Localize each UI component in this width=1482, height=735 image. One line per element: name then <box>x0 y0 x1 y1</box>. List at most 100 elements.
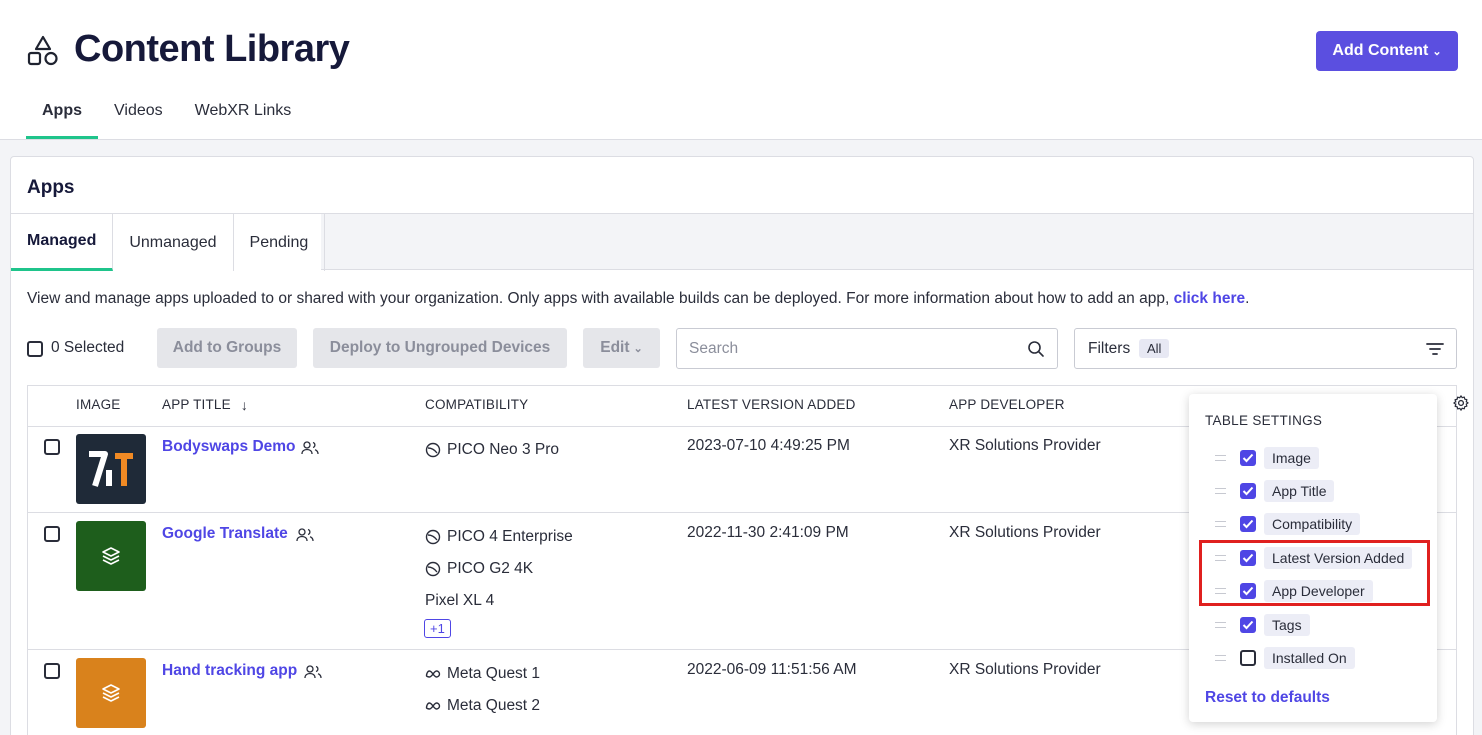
device-name: Meta Quest 1 <box>447 665 541 682</box>
app-title-link[interactable]: Bodyswaps Demo <box>162 438 296 456</box>
pico-icon <box>425 529 441 545</box>
add-content-button[interactable]: Add Content ⌄ <box>1316 31 1458 71</box>
drag-handle-icon[interactable] <box>1215 521 1226 527</box>
drag-handle-icon[interactable] <box>1215 455 1226 461</box>
pico-icon <box>425 442 441 458</box>
drag-handle-icon[interactable] <box>1215 488 1226 494</box>
app-image-hand-tracking <box>76 658 146 728</box>
app-title-header-label: APP TITLE <box>162 397 231 412</box>
click-here-link[interactable]: click here <box>1174 290 1246 307</box>
tabs-background <box>321 214 1473 270</box>
check-icon <box>1242 620 1254 630</box>
device-name: Meta Quest 2 <box>447 697 541 714</box>
column-header-image: IMAGE <box>76 397 121 412</box>
filters-badge: All <box>1139 339 1170 358</box>
column-header-app-developer: APP DEVELOPER <box>949 397 1065 412</box>
column-header-compatibility: COMPATIBILITY <box>425 397 529 412</box>
compatibility-item: PICO 4 Enterprise <box>425 528 573 546</box>
column-header-app-title[interactable]: APP TITLE ↓ <box>162 397 248 413</box>
chevron-down-icon: ⌄ <box>1432 46 1442 58</box>
layers-icon <box>102 684 120 702</box>
setting-label: App Title <box>1264 480 1335 502</box>
developer-cell: XR Solutions Provider <box>949 437 1101 454</box>
setting-image[interactable]: Image <box>1215 446 1319 470</box>
chevron-down-icon: ⌄ <box>633 342 643 355</box>
latest-version-cell: 2022-11-30 2:41:09 PM <box>687 524 849 541</box>
app-title-link[interactable]: Google Translate <box>162 525 288 543</box>
app-image-google-translate <box>76 521 146 591</box>
compatibility-item: PICO Neo 3 Pro <box>425 441 559 459</box>
latest-version-cell: 2023-07-10 4:49:25 PM <box>687 437 850 454</box>
tab-unmanaged[interactable]: Unmanaged <box>113 214 234 271</box>
meta-icon <box>425 702 441 710</box>
annotation-highlight-box <box>1199 540 1430 606</box>
checkbox-checked[interactable] <box>1240 516 1256 532</box>
app-tabs: Managed Unmanaged Pending <box>11 214 326 271</box>
search-placeholder: Search <box>689 340 739 357</box>
description-text: View and manage apps uploaded to or shar… <box>27 290 1174 307</box>
search-input[interactable]: Search <box>676 328 1058 369</box>
setting-app-title[interactable]: App Title <box>1215 479 1335 503</box>
column-header-latest-version: LATEST VERSION ADDED <box>687 397 856 412</box>
bodyswaps-logo <box>89 451 133 487</box>
setting-tags[interactable]: Tags <box>1215 613 1310 637</box>
edit-button[interactable]: Edit ⌄ <box>583 328 660 368</box>
setting-installed-on[interactable]: Installed On <box>1215 646 1355 670</box>
pico-icon <box>425 561 441 577</box>
search-icon <box>1028 341 1044 357</box>
latest-version-cell: 2022-06-09 11:51:56 AM <box>687 661 857 678</box>
setting-compatibility[interactable]: Compatibility <box>1215 512 1361 536</box>
developer-cell: XR Solutions Provider <box>949 661 1101 678</box>
app-title-link[interactable]: Hand tracking app <box>162 662 297 680</box>
filters-label: Filters <box>1088 340 1131 357</box>
check-icon <box>1242 519 1254 529</box>
add-content-label: Add Content <box>1332 42 1429 59</box>
row-checkbox[interactable] <box>44 526 60 542</box>
meta-icon <box>425 670 441 678</box>
layers-icon <box>102 547 120 565</box>
tab-managed[interactable]: Managed <box>11 214 114 271</box>
description-end: . <box>1245 290 1250 307</box>
sort-arrow-icon: ↓ <box>240 397 249 413</box>
table-settings-title: TABLE SETTINGS <box>1205 413 1323 428</box>
checkbox-checked[interactable] <box>1240 450 1256 466</box>
drag-handle-icon[interactable] <box>1215 622 1226 628</box>
drag-handle-icon[interactable] <box>1215 655 1226 661</box>
deploy-button[interactable]: Deploy to Ungrouped Devices <box>313 328 567 368</box>
reset-to-defaults-link[interactable]: Reset to defaults <box>1205 689 1330 707</box>
description: View and manage apps uploaded to or shar… <box>27 290 1249 308</box>
shapes-icon <box>27 35 58 66</box>
card-title: Apps <box>27 177 75 198</box>
gear-icon[interactable] <box>1452 394 1470 412</box>
device-name: Pixel XL 4 <box>425 592 495 609</box>
app-image-bodyswaps <box>76 434 146 504</box>
device-name: PICO G2 4K <box>447 560 534 577</box>
tab-videos[interactable]: Videos <box>98 88 179 139</box>
setting-label: Image <box>1264 447 1319 469</box>
tab-pending[interactable]: Pending <box>234 214 326 271</box>
compatibility-item: Meta Quest 1 <box>425 665 540 683</box>
users-icon <box>301 441 319 455</box>
tab-apps[interactable]: Apps <box>26 88 98 139</box>
toolbar: 0 Selected Add to Groups Deploy to Ungro… <box>27 328 1457 369</box>
users-icon <box>296 528 314 542</box>
checkbox-unchecked[interactable] <box>1240 650 1256 666</box>
device-name: PICO Neo 3 Pro <box>447 441 559 458</box>
add-to-groups-button[interactable]: Add to Groups <box>157 328 297 368</box>
checkbox-checked[interactable] <box>1240 617 1256 633</box>
row-checkbox[interactable] <box>44 663 60 679</box>
filter-icon <box>1426 343 1444 355</box>
select-all-checkbox[interactable] <box>27 341 43 357</box>
check-icon <box>1242 486 1254 496</box>
row-checkbox[interactable] <box>44 439 60 455</box>
checkbox-checked[interactable] <box>1240 483 1256 499</box>
selected-count: 0 Selected <box>51 339 125 356</box>
page-header: Content Library Add Content ⌄ Apps Video… <box>0 0 1482 140</box>
tab-webxr-links[interactable]: WebXR Links <box>179 88 308 139</box>
compatibility-item: Meta Quest 2 <box>425 697 540 715</box>
setting-label: Tags <box>1264 614 1310 636</box>
more-devices-badge[interactable]: +1 <box>424 619 451 638</box>
setting-label: Installed On <box>1264 647 1355 669</box>
filters-dropdown[interactable]: Filters All <box>1074 328 1457 369</box>
check-icon <box>1242 453 1254 463</box>
